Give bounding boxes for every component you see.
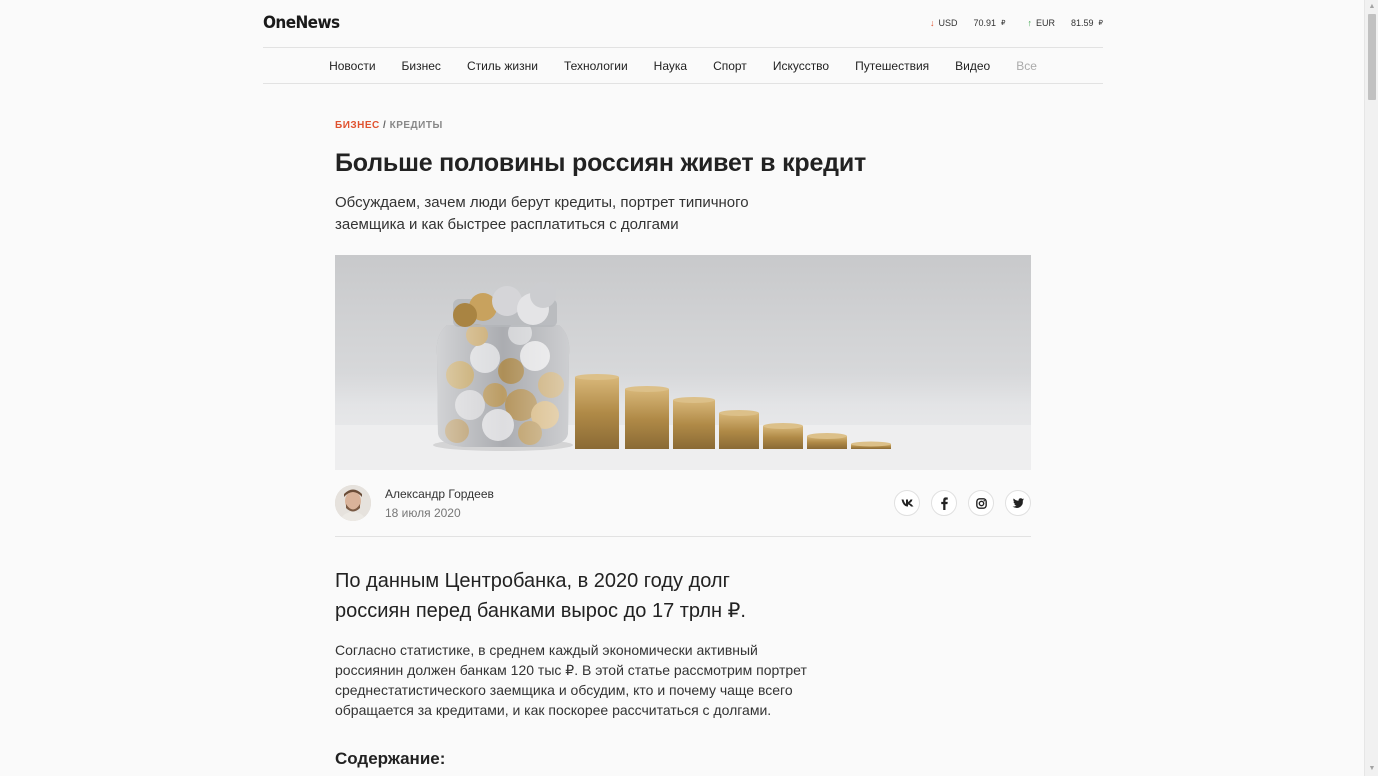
nav-item-news[interactable]: Новости <box>316 59 388 73</box>
nav-item-travel[interactable]: Путешествия <box>842 59 942 73</box>
currency-rates: ↓ USD 70.91 ₽ ↑ EUR 81.59 ₽ <box>930 18 1103 28</box>
facebook-share-button[interactable] <box>931 490 957 516</box>
site-logo[interactable]: OneNews <box>263 13 340 33</box>
toc-heading: Содержание: <box>335 749 446 768</box>
author-avatar[interactable] <box>335 485 371 521</box>
article: БИЗНЕС / КРЕДИТЫ Больше половины россиян… <box>335 120 1031 768</box>
nav-item-all[interactable]: Все <box>1003 59 1050 73</box>
coins-jar-illustration <box>335 282 1031 470</box>
arrow-down-icon: ↓ <box>929 18 935 28</box>
rate-eur: ↑ EUR 81.59 ₽ <box>1027 18 1103 28</box>
twitter-icon <box>1012 498 1024 508</box>
author-name[interactable]: Александр Гордеев <box>385 487 494 501</box>
nav-item-video[interactable]: Видео <box>942 59 1003 73</box>
nav-item-technology[interactable]: Технологии <box>551 59 641 73</box>
nav-item-science[interactable]: Наука <box>641 59 700 73</box>
nav-item-business[interactable]: Бизнес <box>389 59 454 73</box>
article-lead: Обсуждаем, зачем люди берут кредиты, пор… <box>335 194 749 233</box>
instagram-share-button[interactable] <box>968 490 994 516</box>
scroll-down-arrow-icon[interactable]: ▼ <box>1365 762 1378 776</box>
main-nav: Новости Бизнес Стиль жизни Технологии На… <box>263 48 1103 84</box>
page: OneNews ↓ USD 70.91 ₽ ↑ EUR 81.59 ₽ Ново… <box>0 0 1364 776</box>
scrollbar-thumb[interactable] <box>1368 14 1376 100</box>
author-block: Александр Гордеев 18 июля 2020 <box>335 485 1031 537</box>
breadcrumb-credits[interactable]: КРЕДИТЫ <box>390 120 443 131</box>
publish-date: 18 июля 2020 <box>385 506 461 520</box>
twitter-share-button[interactable] <box>1005 490 1031 516</box>
share-buttons <box>894 490 1031 516</box>
rate-value: 81.59 <box>1071 18 1094 28</box>
nav-item-lifestyle[interactable]: Стиль жизни <box>454 59 551 73</box>
facebook-icon <box>940 496 948 510</box>
article-paragraph: Согласно статистике, в среднем каждый эк… <box>335 642 807 718</box>
article-intro: По данным Центробанка, в 2020 году долг … <box>335 570 746 622</box>
article-title: Больше половины россиян живет в кредит <box>335 149 867 177</box>
vk-icon <box>901 499 913 507</box>
rate-usd: ↓ USD 70.91 ₽ <box>930 18 1006 28</box>
scroll-up-arrow-icon[interactable]: ▲ <box>1365 0 1378 14</box>
arrow-up-icon: ↑ <box>1027 18 1032 28</box>
rate-code: EUR <box>1035 18 1055 28</box>
breadcrumb: БИЗНЕС / КРЕДИТЫ <box>335 120 1031 131</box>
breadcrumb-business[interactable]: БИЗНЕС <box>335 120 380 131</box>
rate-code: USD <box>938 18 958 28</box>
site-header: OneNews ↓ USD 70.91 ₽ ↑ EUR 81.59 ₽ <box>263 0 1103 48</box>
rate-unit: ₽ <box>1001 20 1006 27</box>
avatar-portrait <box>335 485 371 521</box>
nav-item-sport[interactable]: Спорт <box>700 59 760 73</box>
rate-unit: ₽ <box>1098 20 1103 27</box>
instagram-icon <box>975 497 987 509</box>
hero-image <box>335 255 1031 470</box>
nav-item-art[interactable]: Искусство <box>760 59 842 73</box>
vertical-scrollbar[interactable]: ▲ ▼ <box>1364 0 1378 776</box>
rate-value: 70.91 <box>973 18 997 28</box>
breadcrumb-separator: / <box>379 120 390 131</box>
vk-share-button[interactable] <box>894 490 920 516</box>
